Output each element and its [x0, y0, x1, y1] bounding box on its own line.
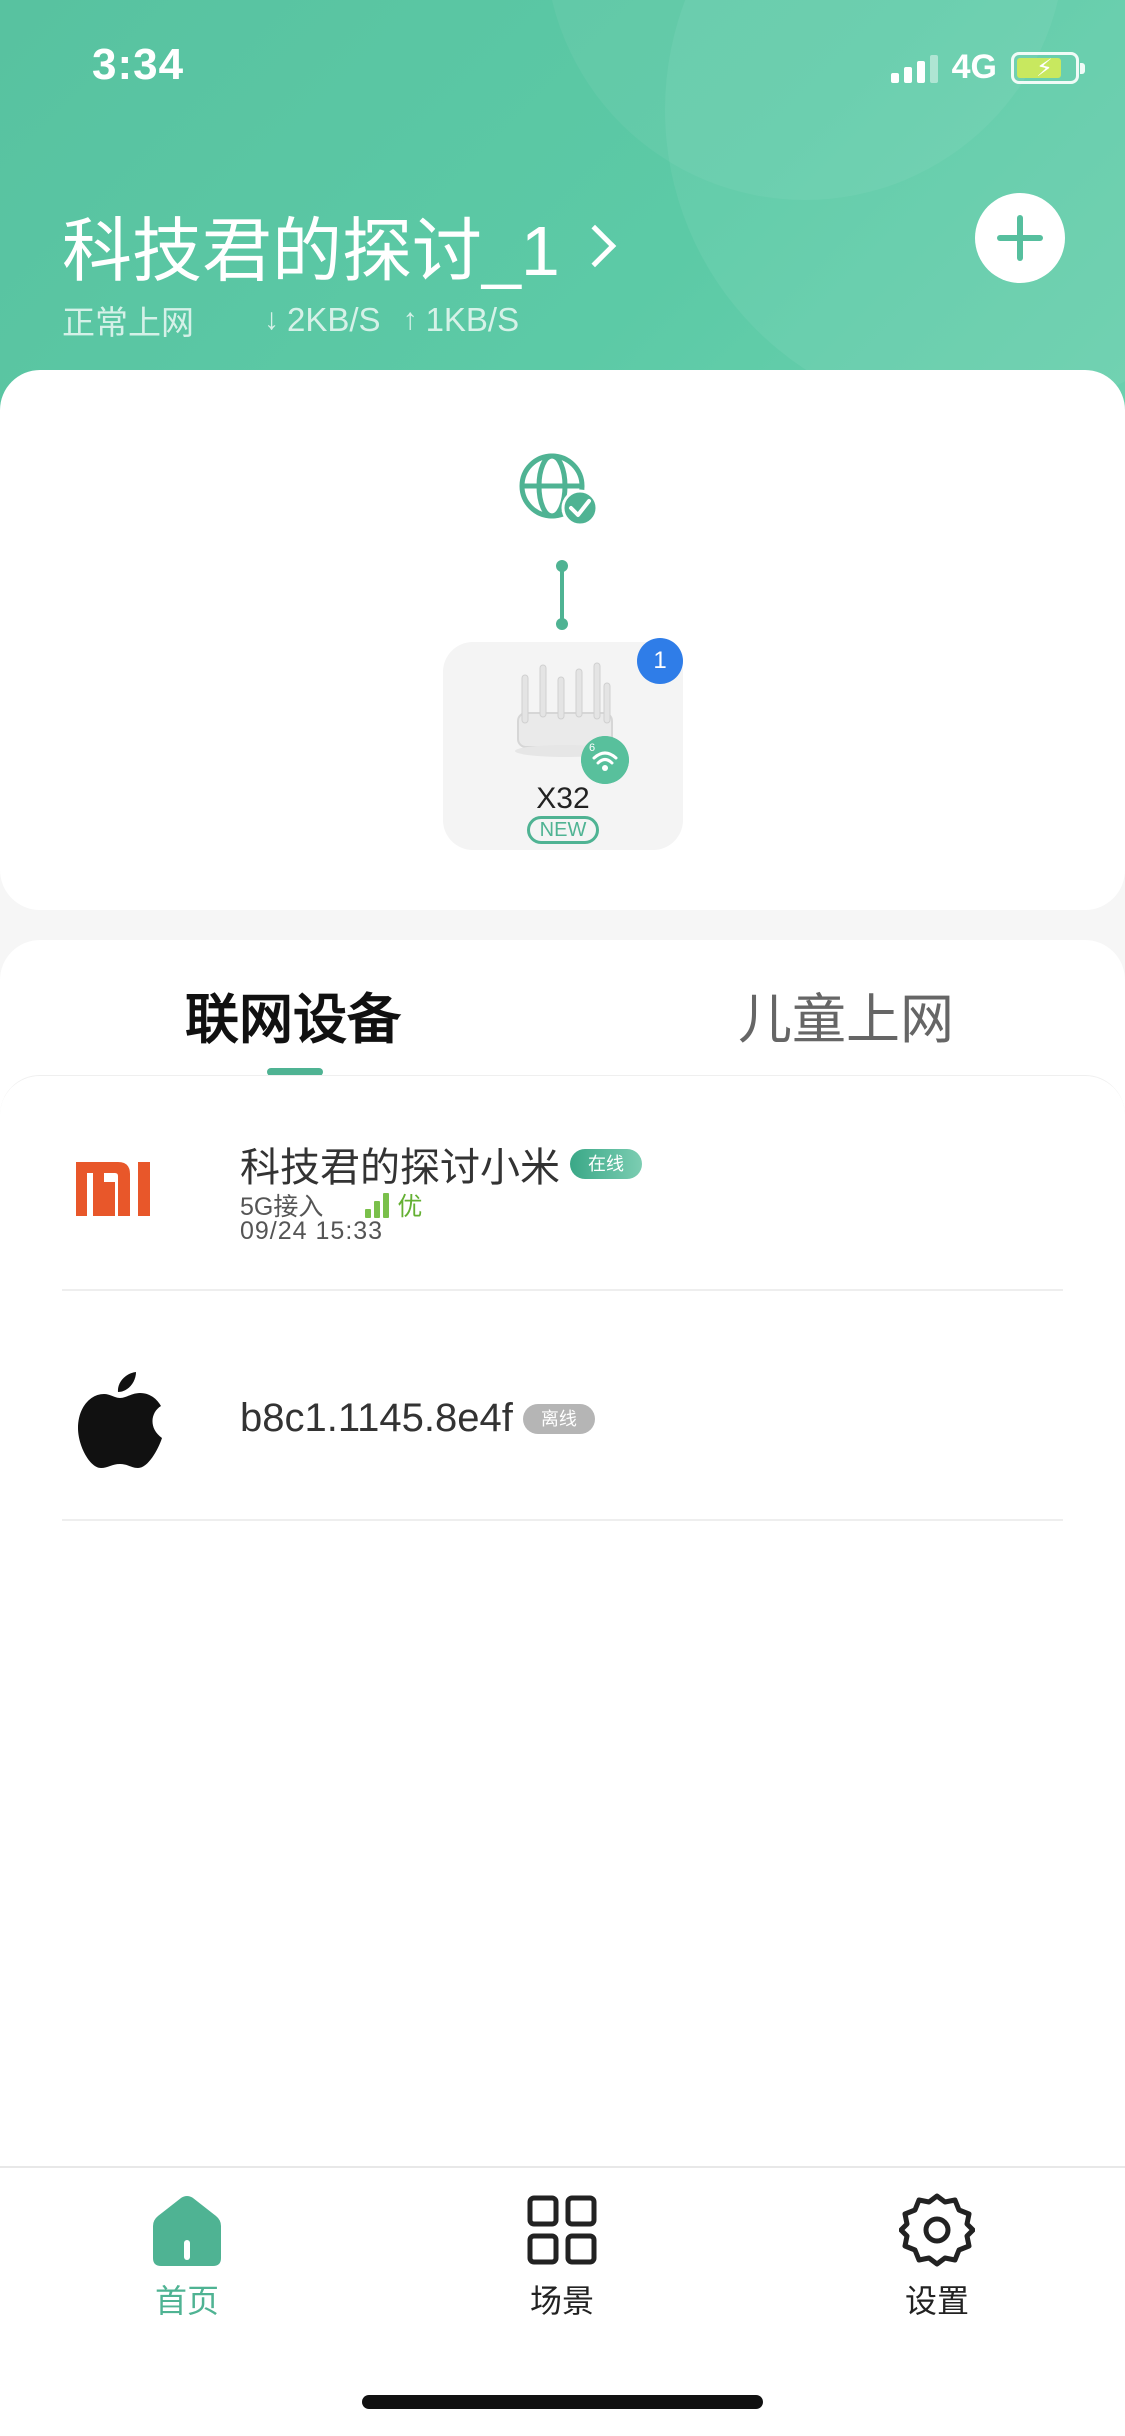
gear-icon — [899, 2193, 975, 2267]
signal-quality: 优 — [397, 1193, 423, 1221]
chevron-right-icon — [573, 224, 617, 267]
network-type: 4G — [951, 48, 997, 86]
nav-settings[interactable]: 设置 — [837, 2192, 1037, 2322]
home-indicator[interactable] — [362, 2395, 763, 2409]
router-name-selector[interactable]: 科技君的探讨_1 — [62, 195, 617, 296]
status-badge: 在线 — [570, 1149, 642, 1179]
status-badge: 离线 — [522, 1403, 595, 1434]
device-time: 09/24 15:33 — [240, 1217, 384, 1245]
device-count-badge: 1 — [637, 638, 683, 684]
nav-home[interactable]: 首页 — [87, 2192, 287, 2322]
status-time: 3:34 — [92, 40, 185, 89]
nav-home-label: 首页 — [154, 2283, 219, 2319]
apple-logo-icon — [78, 1372, 162, 1468]
connection-line — [560, 566, 564, 624]
nav-scene[interactable]: 场景 — [462, 2192, 662, 2322]
tab-kids-online[interactable]: 儿童上网 — [738, 975, 954, 1054]
nav-settings-label: 设置 — [904, 2283, 969, 2319]
upload-rate: ↑ 1KB/S — [402, 301, 520, 338]
status-bar-right: 4G ⚡ — [890, 48, 1085, 87]
xiaomi-logo-icon — [76, 1162, 150, 1216]
device-name: 科技君的探讨小米 在线 — [240, 1135, 642, 1193]
home-icon — [153, 2196, 221, 2266]
internet-globe-icon[interactable] — [518, 452, 598, 532]
new-badge: NEW — [527, 816, 599, 844]
list-item[interactable]: b8c1.1145.8e4f 离线 — [62, 1291, 1063, 1521]
upload-arrow-icon: ↑ — [402, 303, 418, 336]
nav-scene-label: 场景 — [529, 2283, 594, 2319]
connection-status: 正常上网 — [62, 304, 194, 341]
link-dot — [556, 618, 568, 630]
download-rate: ↓ 2KB/S — [264, 301, 381, 338]
add-button[interactable] — [975, 193, 1065, 283]
device-name: b8c1.1145.8e4f 离线 — [240, 1396, 595, 1441]
wifi6-icon: 6 — [581, 736, 629, 784]
battery-icon: ⚡ — [1011, 51, 1085, 84]
signal-strength-icon — [365, 1192, 390, 1218]
grid-icon — [527, 2195, 597, 2265]
connection-info: 正常上网 ↓ 2KB/S ↑ 1KB/S — [62, 296, 541, 344]
router-name: 科技君的探讨_1 — [62, 212, 560, 290]
download-arrow-icon: ↓ — [264, 303, 279, 336]
cellular-signal-icon — [890, 53, 938, 83]
tab-connected-devices[interactable]: 联网设备 — [185, 975, 401, 1054]
app-screen: 3:34 4G ⚡ 科技君的探讨_1 正常上网 ↓ 2KB/S ↑ 1KB/S — [0, 0, 1125, 2436]
router-model: X32 — [536, 782, 590, 815]
svg-text:6: 6 — [589, 742, 595, 754]
list-item[interactable]: 科技君的探讨小米 在线 5G接入 优 09/24 15:33 — [62, 1075, 1063, 1291]
